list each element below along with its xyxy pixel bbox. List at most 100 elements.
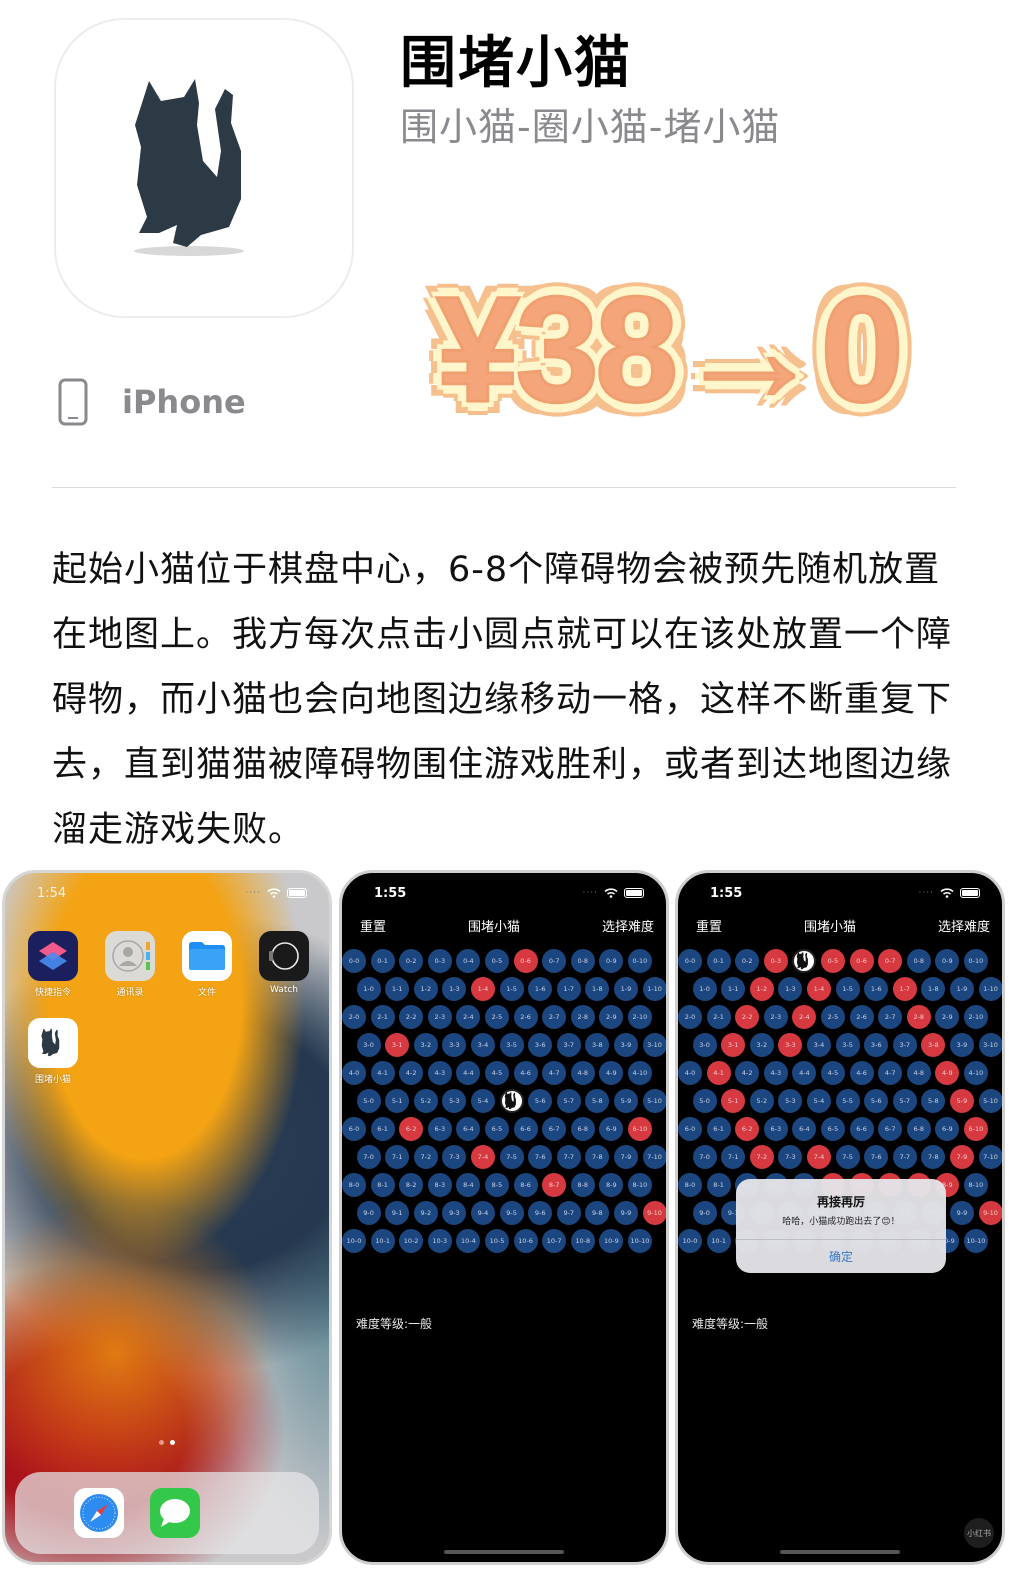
board-cell[interactable]: 0-0 bbox=[342, 949, 366, 973]
board-cell[interactable]: 3-0 bbox=[356, 1033, 381, 1057]
board-cell[interactable]: 10-2 bbox=[399, 1229, 424, 1253]
board-cell[interactable]: 5-10 bbox=[642, 1089, 666, 1113]
board-cell[interactable]: 6-6 bbox=[513, 1117, 538, 1141]
board-cell-blocked[interactable]: 7-4 bbox=[470, 1145, 495, 1169]
board-cell[interactable]: 3-6 bbox=[864, 1033, 889, 1057]
board-cell[interactable]: 4-10 bbox=[627, 1061, 652, 1085]
board-cell[interactable]: 7-0 bbox=[692, 1145, 717, 1169]
page-indicator[interactable] bbox=[5, 1440, 329, 1445]
board-cell[interactable]: 0-8 bbox=[570, 949, 595, 973]
board-cell-blocked[interactable]: 6-10 bbox=[627, 1117, 652, 1141]
board-cell[interactable]: 9-1 bbox=[385, 1201, 410, 1225]
board-cell[interactable]: 6-3 bbox=[763, 1117, 788, 1141]
board-cell[interactable]: 1-3 bbox=[778, 977, 803, 1001]
board-cell[interactable]: 8-0 bbox=[678, 1173, 702, 1197]
board-cell[interactable]: 5-8 bbox=[585, 1089, 610, 1113]
board-cell[interactable]: 1-1 bbox=[385, 977, 410, 1001]
board-cell[interactable]: 5-3 bbox=[442, 1089, 467, 1113]
board-cell[interactable]: 10-0 bbox=[342, 1229, 366, 1253]
board-cell[interactable]: 9-6 bbox=[528, 1201, 553, 1225]
board-cell[interactable]: 7-6 bbox=[864, 1145, 889, 1169]
board-cell[interactable]: 8-3 bbox=[427, 1173, 452, 1197]
board-cell[interactable]: 8-0 bbox=[342, 1173, 366, 1197]
board-cell-blocked[interactable]: 4-1 bbox=[706, 1061, 731, 1085]
board-cell[interactable]: 0-0 bbox=[678, 949, 702, 973]
board-cell[interactable]: 4-4 bbox=[792, 1061, 817, 1085]
board-cell[interactable]: 6-4 bbox=[792, 1117, 817, 1141]
board-cell[interactable]: 2-7 bbox=[878, 1005, 903, 1029]
board-cell[interactable]: 2-5 bbox=[820, 1005, 845, 1029]
board-cell[interactable]: 0-5 bbox=[484, 949, 509, 973]
board-cell-blocked[interactable]: 5-9 bbox=[949, 1089, 974, 1113]
board-cell[interactable]: 5-6 bbox=[528, 1089, 553, 1113]
board-cell[interactable]: 10-10 bbox=[627, 1229, 652, 1253]
board-cell[interactable]: 2-8 bbox=[570, 1005, 595, 1029]
reset-button[interactable]: 重置 bbox=[696, 916, 722, 935]
board-cell[interactable]: 4-9 bbox=[599, 1061, 624, 1085]
board-cell-blocked[interactable]: 3-3 bbox=[778, 1033, 803, 1057]
board-cell[interactable]: 4-4 bbox=[456, 1061, 481, 1085]
board-cell-blocked[interactable]: 7-4 bbox=[806, 1145, 831, 1169]
board-cell[interactable]: 9-8 bbox=[585, 1201, 610, 1225]
board-cell[interactable]: 7-7 bbox=[556, 1145, 581, 1169]
board-cell[interactable]: 4-7 bbox=[878, 1061, 903, 1085]
board-cell[interactable]: 5-9 bbox=[613, 1089, 638, 1113]
board-cell-blocked[interactable]: 1-4 bbox=[470, 977, 495, 1001]
board-cell[interactable]: 1-6 bbox=[528, 977, 553, 1001]
board-cell[interactable]: 4-2 bbox=[399, 1061, 424, 1085]
board-cell[interactable]: 6-5 bbox=[820, 1117, 845, 1141]
board-cell[interactable]: 3-5 bbox=[835, 1033, 860, 1057]
board-cell[interactable]: 6-3 bbox=[427, 1117, 452, 1141]
board-cell[interactable]: 6-0 bbox=[342, 1117, 366, 1141]
board-cell[interactable]: 1-10 bbox=[978, 977, 1002, 1001]
board-cell[interactable]: 0-2 bbox=[735, 949, 760, 973]
board-cell[interactable]: 7-7 bbox=[892, 1145, 917, 1169]
board-cell[interactable]: 6-8 bbox=[570, 1117, 595, 1141]
board-cell[interactable]: 7-0 bbox=[356, 1145, 381, 1169]
board-cell[interactable]: 10-0 bbox=[678, 1229, 702, 1253]
board-cell[interactable]: 2-7 bbox=[542, 1005, 567, 1029]
board-cell[interactable]: 6-7 bbox=[542, 1117, 567, 1141]
app-contacts[interactable]: 通讯录 bbox=[104, 931, 156, 998]
board-cell[interactable]: 10-1 bbox=[370, 1229, 395, 1253]
board-cell[interactable]: 6-8 bbox=[906, 1117, 931, 1141]
board-cell[interactable]: 1-3 bbox=[442, 977, 467, 1001]
board-cell[interactable]: 5-10 bbox=[978, 1089, 1002, 1113]
board-cell[interactable]: 4-6 bbox=[849, 1061, 874, 1085]
board-cell[interactable]: 10-1 bbox=[706, 1229, 731, 1253]
board-cell-blocked[interactable]: 2-8 bbox=[906, 1005, 931, 1029]
board-cell-blocked[interactable]: 8-7 bbox=[542, 1173, 567, 1197]
board-cell[interactable]: 1-6 bbox=[864, 977, 889, 1001]
board-cell[interactable]: 2-10 bbox=[627, 1005, 652, 1029]
board-cell[interactable]: 8-9 bbox=[599, 1173, 624, 1197]
board-cell[interactable]: 7-3 bbox=[442, 1145, 467, 1169]
board-cell[interactable]: 6-1 bbox=[370, 1117, 395, 1141]
board-cell[interactable]: 1-9 bbox=[613, 977, 638, 1001]
board-cell[interactable]: 9-7 bbox=[556, 1201, 581, 1225]
board-cell[interactable]: 3-5 bbox=[499, 1033, 524, 1057]
board-cell[interactable]: 7-6 bbox=[528, 1145, 553, 1169]
board-cell-blocked[interactable]: 3-8 bbox=[921, 1033, 946, 1057]
board-cell-blocked[interactable]: 3-1 bbox=[385, 1033, 410, 1057]
board-cell[interactable]: 4-3 bbox=[427, 1061, 452, 1085]
board-cell[interactable]: 1-8 bbox=[585, 977, 610, 1001]
board-cell[interactable]: 1-0 bbox=[692, 977, 717, 1001]
board-cell-blocked[interactable]: 0-5 bbox=[820, 949, 845, 973]
reset-button[interactable]: 重置 bbox=[360, 916, 386, 935]
board-cell[interactable]: 8-6 bbox=[513, 1173, 538, 1197]
board-cell[interactable]: 7-10 bbox=[642, 1145, 666, 1169]
board-cell[interactable]: 2-6 bbox=[849, 1005, 874, 1029]
board-cell-blocked[interactable]: 9-10 bbox=[642, 1201, 666, 1225]
board-cell[interactable]: 10-3 bbox=[427, 1229, 452, 1253]
board-cell-blocked[interactable]: 7-2 bbox=[749, 1145, 774, 1169]
board-cell[interactable]: 0-1 bbox=[370, 949, 395, 973]
board-cell[interactable]: 2-9 bbox=[599, 1005, 624, 1029]
board-cell[interactable]: 7-5 bbox=[835, 1145, 860, 1169]
board-cell[interactable]: 8-8 bbox=[570, 1173, 595, 1197]
board-cell[interactable]: 3-2 bbox=[413, 1033, 438, 1057]
board-cell[interactable]: 6-9 bbox=[599, 1117, 624, 1141]
board-cell[interactable]: 3-9 bbox=[613, 1033, 638, 1057]
board-cell[interactable]: 8-1 bbox=[706, 1173, 731, 1197]
board-cell[interactable]: 8-4 bbox=[456, 1173, 481, 1197]
board-cell[interactable]: 4-8 bbox=[570, 1061, 595, 1085]
